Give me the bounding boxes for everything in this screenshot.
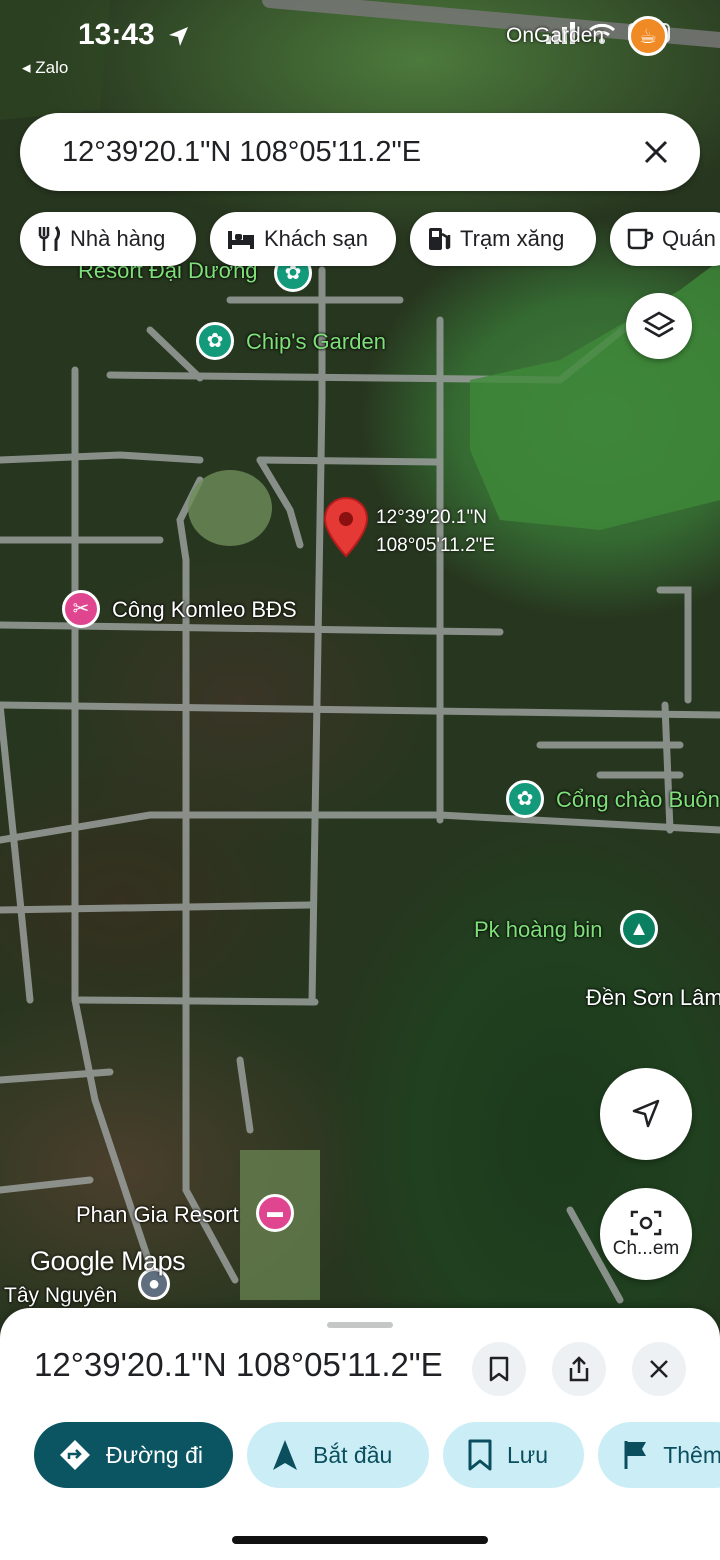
fork-knife-icon (38, 226, 60, 251)
close-icon (650, 1360, 668, 1378)
search-input[interactable]: 12°39'20.1"N 108°05'11.2"E (62, 136, 636, 169)
action-label: Lưu (507, 1441, 548, 1468)
dropped-pin-icon[interactable] (322, 496, 370, 560)
poi-label-den-son-lam[interactable]: Đền Sơn Lâm (586, 985, 720, 1011)
action-label: Thêm (663, 1441, 720, 1468)
poi-label-chips-garden[interactable]: Chip's Garden (246, 329, 386, 355)
lens-button[interactable]: Ch...em (600, 1188, 692, 1280)
more-button[interactable]: Thêm (598, 1422, 720, 1488)
bed-icon (228, 231, 254, 249)
close-sheet-button[interactable] (632, 1342, 686, 1396)
poi-label-cong-komleo[interactable]: Công Komleo BĐS (112, 597, 297, 623)
flag-icon (624, 1441, 646, 1469)
save-button[interactable]: Lưu (443, 1422, 584, 1488)
chip-label: Nhà hàng (70, 226, 166, 251)
my-location-button[interactable] (600, 1068, 692, 1160)
action-label: Đường đi (106, 1441, 203, 1468)
place-sheet[interactable]: 12°39'20.1"N 108°05'11.2"E Đường đi Bắt … (0, 1308, 720, 1560)
category-chips: Nhà hàng Khách sạn Trạm xăng Quán (20, 212, 720, 266)
poi-label-ongarden[interactable]: OnGarden (506, 24, 604, 48)
bookmark-icon (468, 1439, 492, 1471)
camera-lens-icon (630, 1210, 662, 1236)
flower-icon[interactable]: ✿ (196, 322, 234, 360)
fuel-pump-icon (429, 228, 451, 250)
home-indicator[interactable] (232, 1536, 488, 1544)
directions-icon (60, 1440, 90, 1470)
close-icon[interactable] (636, 132, 676, 172)
pin-lng: 108°05'11.2"E (376, 535, 496, 556)
lens-label: Ch...em (612, 1238, 680, 1259)
save-icon-button[interactable] (472, 1342, 526, 1396)
bookmark-icon (489, 1356, 509, 1382)
back-to-app-link[interactable]: ◂ Zalo (22, 58, 68, 78)
share-icon-button[interactable] (552, 1342, 606, 1396)
navigation-arrow-icon (632, 1099, 660, 1128)
pin-lat: 12°39'20.1"N (376, 507, 487, 528)
layers-icon (642, 311, 676, 338)
location-arrow-icon (169, 27, 188, 46)
chip-label: Quán (662, 226, 716, 251)
navigation-arrow-icon (273, 1440, 297, 1470)
chip-label: Trạm xăng (460, 226, 565, 251)
google-maps-attribution: Google Maps (30, 1246, 186, 1276)
action-buttons: Đường đi Bắt đầu Lưu Thêm (34, 1422, 720, 1488)
chip-hotels[interactable]: Khách sạn (210, 212, 396, 266)
sheet-drag-handle[interactable] (327, 1322, 393, 1328)
status-time: 13:43 (78, 18, 155, 51)
place-title: 12°39'20.1"N 108°05'11.2"E (34, 1346, 443, 1383)
start-button[interactable]: Bắt đầu (247, 1422, 429, 1488)
chip-label: Khách sạn (264, 226, 368, 251)
share-icon (569, 1356, 589, 1382)
tree-icon[interactable]: ▲ (620, 910, 658, 948)
dropped-pin-label: 12°39'20.1"N 108°05'11.2"E (376, 504, 495, 560)
poi-label-pk-hoang-bin[interactable]: Pk hoàng bin (474, 917, 602, 943)
directions-button[interactable]: Đường đi (34, 1422, 233, 1488)
poi-label-tay-nguyen[interactable]: Tây Nguyên (4, 1284, 117, 1308)
bed-icon[interactable]: ▬ (256, 1194, 294, 1232)
chip-restaurants[interactable]: Nhà hàng (20, 212, 196, 266)
poi-label-cong-chao-buon[interactable]: Cổng chào Buôn (556, 787, 720, 813)
coffee-cup-icon (627, 228, 654, 250)
coffee-cup-icon[interactable]: ☕ (628, 16, 668, 56)
action-label: Bắt đầu (313, 1441, 393, 1468)
flower-icon[interactable]: ✿ (506, 780, 544, 818)
chip-gas-stations[interactable]: Trạm xăng (410, 212, 596, 266)
layers-button[interactable] (626, 293, 692, 359)
poi-label-phan-gia-resort[interactable]: Phan Gia Resort (76, 1202, 239, 1228)
chip-cafes[interactable]: Quán (610, 212, 720, 266)
tools-icon[interactable]: ✂ (62, 590, 100, 628)
search-bar[interactable]: 12°39'20.1"N 108°05'11.2"E (20, 113, 700, 191)
